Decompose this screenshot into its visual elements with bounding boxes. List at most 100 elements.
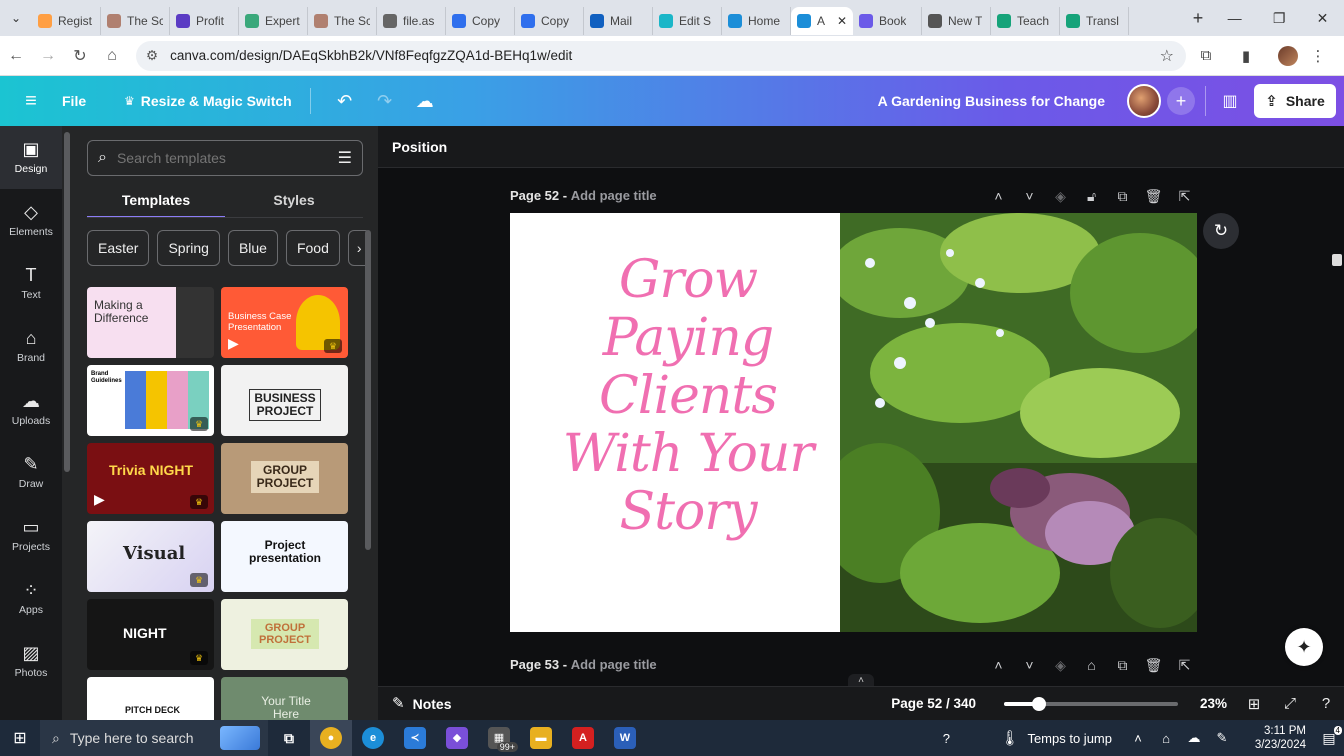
clock[interactable]: 3:11 PM 3/23/2024 xyxy=(1236,724,1306,752)
back-icon[interactable]: ← xyxy=(0,47,32,65)
reload-icon[interactable]: ↻ xyxy=(64,46,96,66)
tab-search-icon[interactable]: ⌄ xyxy=(0,11,32,25)
browser-tab[interactable]: Regist xyxy=(32,7,101,35)
share-button[interactable]: ⇪ Share xyxy=(1254,84,1336,118)
document-title[interactable]: A Gardening Business for Change xyxy=(878,93,1105,109)
close-window-icon[interactable]: ✕ xyxy=(1317,10,1329,27)
vscode-app-icon[interactable]: ≺ xyxy=(394,720,436,756)
editor-scrollbar[interactable] xyxy=(1332,250,1344,280)
app-icon[interactable]: ◆ xyxy=(436,720,478,756)
close-tab-icon[interactable]: ✕ xyxy=(833,14,847,28)
template-card[interactable]: BUSINESS PROJECT xyxy=(221,365,348,436)
delete-icon[interactable]: 🗑︎ xyxy=(1138,657,1169,674)
browser-tab[interactable]: Teach xyxy=(991,7,1060,35)
template-search-box[interactable]: ⌕ ☰ xyxy=(87,140,363,176)
edge-app-icon[interactable]: e xyxy=(352,720,394,756)
rail-item-projects[interactable]: ▭ Projects xyxy=(0,504,62,567)
site-info-icon[interactable]: ⚙ xyxy=(146,48,158,64)
chip-easter[interactable]: Easter xyxy=(87,230,150,266)
undo-icon[interactable]: ↶ xyxy=(325,91,365,112)
scroll-thumb[interactable] xyxy=(365,230,371,550)
task-view-icon[interactable]: ⧉ xyxy=(268,720,310,756)
template-card[interactable]: NIGHT ♛ xyxy=(87,599,214,670)
browser-tab[interactable]: The Sc xyxy=(308,7,377,35)
rail-item-uploads[interactable]: ☁ Uploads xyxy=(0,378,62,441)
network-icon[interactable]: ⌂ xyxy=(1152,731,1180,746)
hide-page-icon[interactable]: ◈ xyxy=(1045,188,1076,205)
file-explorer-icon[interactable]: ▬ xyxy=(520,720,562,756)
taskbar-search[interactable]: ⌕ Type here to search xyxy=(40,720,268,756)
user-avatar[interactable] xyxy=(1127,84,1161,118)
template-card[interactable]: Business Case Presentation ▶ ♛ xyxy=(221,287,348,358)
magic-assistant-icon[interactable]: ✦ xyxy=(1285,628,1323,666)
sidebar-icon[interactable]: ▮ xyxy=(1226,47,1266,65)
add-page-icon[interactable]: ⇱ xyxy=(1169,657,1200,674)
rail-item-elements[interactable]: ◇ Elements xyxy=(0,189,62,252)
new-tab-button[interactable]: + xyxy=(1184,8,1212,29)
store-app-icon[interactable]: ▦ 99+ xyxy=(478,720,520,756)
filter-icon[interactable]: ☰ xyxy=(338,148,352,168)
grid-view-icon[interactable]: ⊞ xyxy=(1236,695,1272,713)
rail-item-design[interactable]: ▣ Design xyxy=(0,126,62,189)
browser-tab[interactable]: New T xyxy=(922,7,991,35)
template-card[interactable]: Project presentation xyxy=(221,521,348,592)
browser-tab[interactable]: Home xyxy=(722,7,791,35)
browser-tab[interactable]: Edit S xyxy=(653,7,722,35)
lock-icon[interactable]: ⌂ xyxy=(1076,657,1107,674)
rail-scrollbar[interactable] xyxy=(64,132,70,472)
extensions-icon[interactable]: ⧉ xyxy=(1186,47,1226,64)
position-toolbar-button[interactable]: Position xyxy=(378,126,1344,168)
minimize-icon[interactable]: — xyxy=(1228,10,1242,27)
add-page-title[interactable]: Add page title xyxy=(571,188,657,203)
resize-button[interactable]: ♛ Resize & Magic Switch xyxy=(124,93,292,109)
move-down-icon[interactable]: ˅ xyxy=(1014,657,1045,674)
template-card[interactable]: Visual ♛ xyxy=(87,521,214,592)
weather-widget[interactable]: 🌡︎ Temps to jump xyxy=(1000,731,1112,746)
browser-menu-icon[interactable]: ⋮ xyxy=(1298,47,1338,65)
tab-styles[interactable]: Styles xyxy=(225,184,363,218)
delete-icon[interactable]: 🗑︎ xyxy=(1138,188,1169,205)
onedrive-icon[interactable]: ☁ xyxy=(1180,730,1208,746)
browser-tab[interactable]: Mail xyxy=(584,7,653,35)
chip-spring[interactable]: Spring xyxy=(157,230,220,266)
browser-tab[interactable]: Transl xyxy=(1060,7,1129,35)
template-card[interactable]: Making a Difference xyxy=(87,287,214,358)
windows-start-icon[interactable]: ⊞ xyxy=(0,728,40,748)
move-up-icon[interactable]: ˄ xyxy=(983,188,1014,205)
basil-flower-photo[interactable] xyxy=(840,213,1197,632)
cloud-saved-icon[interactable]: ☁ xyxy=(405,91,445,112)
tab-templates[interactable]: Templates xyxy=(87,184,225,218)
help-tray-icon[interactable]: ? xyxy=(932,731,960,746)
pen-icon[interactable]: ✎ xyxy=(1208,730,1236,746)
duplicate-icon[interactable]: ⧉ xyxy=(1107,188,1138,205)
panel-scrollbar[interactable] xyxy=(362,218,374,720)
home-icon[interactable]: ⌂ xyxy=(96,47,128,65)
insights-icon[interactable]: ▥ xyxy=(1216,91,1244,111)
slide-title[interactable]: Grow Paying Clients With Your Story xyxy=(538,251,838,541)
chrome-app-icon[interactable]: ● xyxy=(310,720,352,756)
zoom-handle[interactable] xyxy=(1031,696,1046,711)
browser-tab[interactable]: Copy xyxy=(446,7,515,35)
forward-icon[interactable]: → xyxy=(32,47,64,65)
notification-center-icon[interactable]: ▤ 4 xyxy=(1314,725,1344,747)
profile-avatar[interactable] xyxy=(1278,45,1298,66)
zoom-level[interactable]: 23% xyxy=(1200,696,1236,711)
browser-tab[interactable]: The Sc xyxy=(101,7,170,35)
add-collaborator-icon[interactable]: + xyxy=(1167,87,1195,115)
browser-tab[interactable]: Book xyxy=(853,7,922,35)
page-indicator[interactable]: Page 52 / 340 xyxy=(891,696,976,711)
file-menu-button[interactable]: File xyxy=(62,93,114,109)
scroll-thumb[interactable] xyxy=(1332,254,1342,266)
rail-item-draw[interactable]: ✎ Draw xyxy=(0,441,62,504)
browser-tab[interactable]: file.as xyxy=(377,7,446,35)
chip-blue[interactable]: Blue xyxy=(227,230,278,266)
template-card[interactable]: GROUP PROJECT xyxy=(221,443,348,514)
template-card[interactable]: Trivia NIGHT ▶ ♛ xyxy=(87,443,214,514)
fullscreen-icon[interactable]: ⤢ xyxy=(1272,695,1308,712)
lock-icon[interactable]: 🔓︎ xyxy=(1076,188,1107,205)
template-card[interactable]: GROUP PROJECT xyxy=(221,599,348,670)
slide-page-52[interactable]: Grow Paying Clients With Your Story xyxy=(510,213,1197,632)
show-hidden-icons-icon[interactable]: ˄ xyxy=(1124,731,1152,746)
bookmark-star-icon[interactable]: ☆ xyxy=(1160,46,1174,66)
zoom-slider[interactable] xyxy=(1004,696,1178,711)
